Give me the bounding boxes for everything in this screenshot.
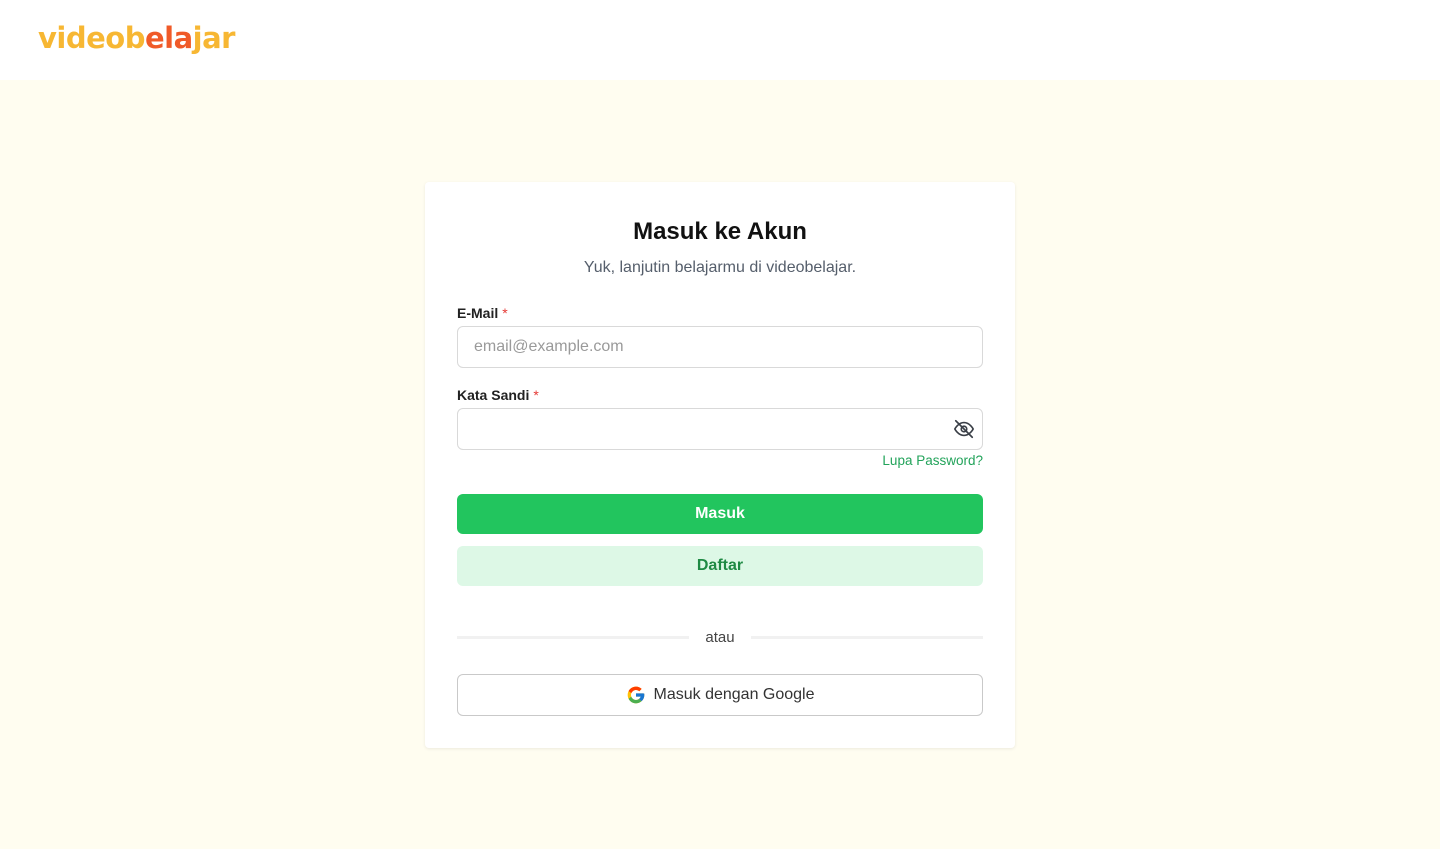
brand-logo[interactable]: videobelajar (38, 20, 235, 56)
password-input[interactable] (457, 408, 983, 450)
email-label-text: E-Mail (457, 305, 499, 321)
google-button-label: Masuk dengan Google (653, 686, 815, 703)
email-input[interactable] (457, 326, 983, 368)
forgot-password-link[interactable]: Lupa Password? (882, 453, 983, 469)
email-label: E-Mail * (457, 304, 508, 322)
password-label-text: Kata Sandi (457, 387, 530, 403)
divider-line-right (751, 636, 983, 639)
login-title: Masuk ke Akun (633, 218, 807, 245)
login-card: Masuk ke Akun Yuk, lanjutin belajarmu di… (425, 182, 1015, 748)
logo-part-3: jar (192, 21, 236, 55)
eye-off-icon[interactable] (953, 418, 975, 440)
required-mark: * (533, 387, 539, 403)
register-button[interactable]: Daftar (457, 546, 983, 586)
top-header: videobelajar (0, 0, 1440, 80)
logo-part-1: videob (38, 21, 145, 55)
main-area: Masuk ke Akun Yuk, lanjutin belajarmu di… (0, 80, 1440, 849)
google-icon (626, 685, 646, 705)
required-mark: * (502, 305, 508, 321)
google-login-button[interactable]: Masuk dengan Google (457, 674, 983, 716)
login-subtitle: Yuk, lanjutin belajarmu di videobelajar. (583, 259, 857, 276)
login-button[interactable]: Masuk (457, 494, 983, 534)
password-label: Kata Sandi * (457, 386, 539, 404)
logo-part-2: ela (144, 21, 193, 55)
